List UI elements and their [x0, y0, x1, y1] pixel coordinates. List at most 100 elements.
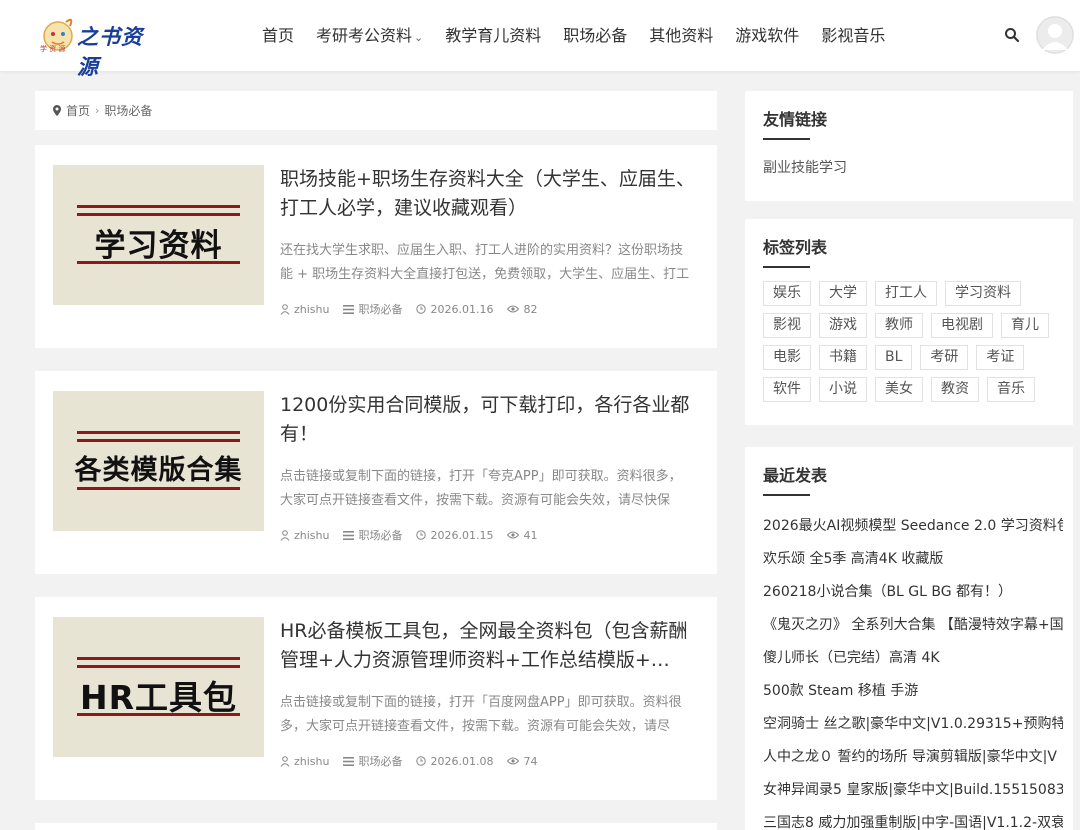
tag-item[interactable]: 考研: [920, 345, 969, 370]
recent-post-link[interactable]: 260218小说合集（BL GL BG 都有！）: [763, 579, 1063, 612]
logo-subtext: 学 资 源: [40, 45, 66, 53]
tag-item[interactable]: 小说: [819, 377, 867, 402]
author-name: zhishu: [294, 302, 330, 316]
nav-item-games[interactable]: 游戏软件: [735, 24, 799, 48]
nav-item-exam[interactable]: 考研考公资料 ⌄: [316, 24, 423, 48]
post-thumbnail[interactable]: 学习资料: [53, 165, 264, 305]
nav-label: 考研考公资料: [316, 26, 413, 45]
thumbnail-bar: [77, 439, 240, 442]
tag-item[interactable]: 电影: [763, 345, 811, 370]
category-name: 职场必备: [358, 303, 403, 316]
tag-item[interactable]: 影视: [763, 313, 811, 338]
post-author[interactable]: zhishu: [280, 303, 329, 316]
post-title-link[interactable]: 职场技能+职场生存资料大全（大学生、应届生、打工人必学，建议收藏观看）: [280, 165, 700, 223]
thumbnail-bar: [77, 487, 240, 490]
user-icon: [280, 529, 290, 541]
post-excerpt: 点击链接或复制下面的链接，打开「百度网盘APP」即可获取。资料很多，大家可点开链…: [280, 695, 682, 734]
post-card: HR工具包 HR必备模板工具包，全网最全资料包（包含薪酬管理+人力资源管理师资料…: [35, 597, 717, 800]
post-meta: zhishu 职场必备 2026.01.08 74: [280, 753, 551, 769]
nav-item-home[interactable]: 首页: [262, 24, 294, 48]
date-text: 2026.01.16: [430, 302, 494, 316]
breadcrumb-current[interactable]: 职场必备: [104, 102, 152, 119]
nav-item-media[interactable]: 影视音乐: [821, 24, 885, 48]
recent-post-link[interactable]: 傻儿师长（已完结）高清 4K: [763, 645, 1063, 678]
post-date: 2026.01.08: [416, 755, 493, 768]
tag-item[interactable]: 大学: [819, 281, 867, 306]
nav-label: 首页: [262, 26, 295, 45]
list-icon: [343, 530, 355, 540]
clock-icon: [416, 304, 427, 314]
tag-item[interactable]: 游戏: [819, 313, 867, 338]
post-title-link[interactable]: 1200份实用合同模版，可下载打印，各行各业都有！: [280, 391, 700, 449]
recent-post-link[interactable]: 空洞骑士 丝之歌|豪华中文|V1.0.29315+预购特: [763, 711, 1063, 744]
post-title-link[interactable]: HR必备模板工具包，全网最全资料包（包含薪酬管理+人力资源管理师资料+工作总结模…: [280, 617, 700, 675]
post-views: 41: [507, 529, 537, 542]
nav-item-other[interactable]: 其他资料: [649, 24, 713, 48]
post-views: 82: [507, 303, 537, 316]
recent-post-link[interactable]: 《鬼灭之刃》 全系列大合集 【酷漫特效字幕+国: [763, 612, 1063, 645]
post-excerpt: 还在找大学生求职、应届生入职、打工人进阶的实用资料？这份职场技能 + 职场生存资…: [280, 243, 690, 282]
tag-item[interactable]: 书籍: [819, 345, 867, 370]
recent-post-link[interactable]: 女神异闻录5 皇家版|豪华中文|Build.15515083-: [763, 777, 1063, 810]
breadcrumb-home-link[interactable]: 首页: [66, 102, 90, 119]
chevron-down-icon: ⌄: [414, 31, 424, 44]
widget-divider: [763, 494, 810, 496]
thumbnail-bar: [77, 261, 240, 264]
nav-label: 教学育儿资料: [445, 26, 542, 45]
tag-item[interactable]: 软件: [763, 377, 811, 402]
post-category[interactable]: 职场必备: [343, 527, 402, 543]
eye-icon: [507, 757, 520, 765]
post-author[interactable]: zhishu: [280, 755, 329, 768]
post-excerpt: 点击链接或复制下面的链接，打开「夸克APP」即可获取。资料很多，大家可点开链接查…: [280, 469, 682, 508]
eye-icon: [507, 531, 520, 539]
breadcrumb: 首页 › 职场必备: [35, 91, 717, 130]
tag-item[interactable]: BL: [875, 345, 913, 370]
category-name: 职场必备: [358, 529, 403, 542]
recent-post-link[interactable]: 欢乐颂 全5季 高清4K 收藏版: [763, 546, 1063, 579]
nav-label: 影视音乐: [821, 26, 886, 45]
tag-item[interactable]: 教资: [931, 377, 979, 402]
user-avatar-icon[interactable]: [1036, 16, 1074, 54]
widget-divider: [763, 266, 810, 268]
recent-post-link[interactable]: 2026最火AI视频模型 Seedance 2.0 学习资料包: [763, 513, 1063, 546]
post-date: 2026.01.16: [416, 303, 493, 316]
views-count: 82: [523, 302, 538, 316]
post-meta: zhishu 职场必备 2026.01.16 82: [280, 301, 551, 317]
nav-item-workplace[interactable]: 职场必备: [563, 24, 627, 48]
tag-item[interactable]: 考证: [976, 345, 1025, 370]
tag-item[interactable]: 美女: [875, 377, 923, 402]
search-icon[interactable]: [1004, 27, 1020, 43]
recent-post-link[interactable]: 500款 Steam 移植 手游: [763, 678, 1063, 711]
post-category[interactable]: 职场必备: [343, 753, 402, 769]
thumbnail-bar: [77, 213, 240, 216]
nav-label: 其他资料: [649, 26, 714, 45]
tag-item[interactable]: 电视剧: [931, 313, 993, 338]
tag-item[interactable]: 育儿: [1001, 313, 1049, 338]
recent-post-link[interactable]: 三国志8 威力加强重制版|中字-国语|V1.1.2-双衰: [763, 810, 1063, 830]
site-header: 之书资源 学 资 源 首页 考研考公资料 ⌄ 教学育儿资料 职场必备 其他资料 游…: [0, 0, 1080, 79]
thumbnail-bar: [77, 431, 240, 434]
post-date: 2026.01.15: [416, 529, 493, 542]
post-author[interactable]: zhishu: [280, 529, 329, 542]
nav-label: 游戏软件: [735, 26, 800, 45]
friend-link[interactable]: 副业技能学习: [763, 157, 847, 177]
logo-text: 之书资源: [77, 25, 143, 79]
category-name: 职场必备: [358, 755, 403, 768]
tag-item[interactable]: 打工人: [875, 281, 937, 306]
views-count: 74: [523, 754, 538, 768]
post-category[interactable]: 职场必备: [343, 301, 402, 317]
thumbnail-bar: [77, 713, 240, 716]
tag-item[interactable]: 学习资料: [945, 281, 1021, 306]
site-logo[interactable]: 之书资源 学 资 源: [36, 12, 156, 79]
post-thumbnail[interactable]: 各类模版合集: [53, 391, 264, 531]
tag-item[interactable]: 音乐: [987, 377, 1035, 402]
eye-icon: [507, 305, 520, 313]
list-icon: [343, 756, 355, 766]
post-thumbnail[interactable]: HR工具包: [53, 617, 264, 757]
tag-item[interactable]: 娱乐: [763, 281, 811, 306]
tag-item[interactable]: 教师: [875, 313, 923, 338]
recent-post-link[interactable]: 人中之龙０ 誓约的场所 导演剪辑版|豪华中文|V: [763, 744, 1063, 777]
nav-item-education[interactable]: 教学育儿资料: [445, 24, 541, 48]
widget-title: 标签列表: [763, 238, 828, 257]
friend-links-widget: 友情链接 副业技能学习: [745, 91, 1073, 201]
